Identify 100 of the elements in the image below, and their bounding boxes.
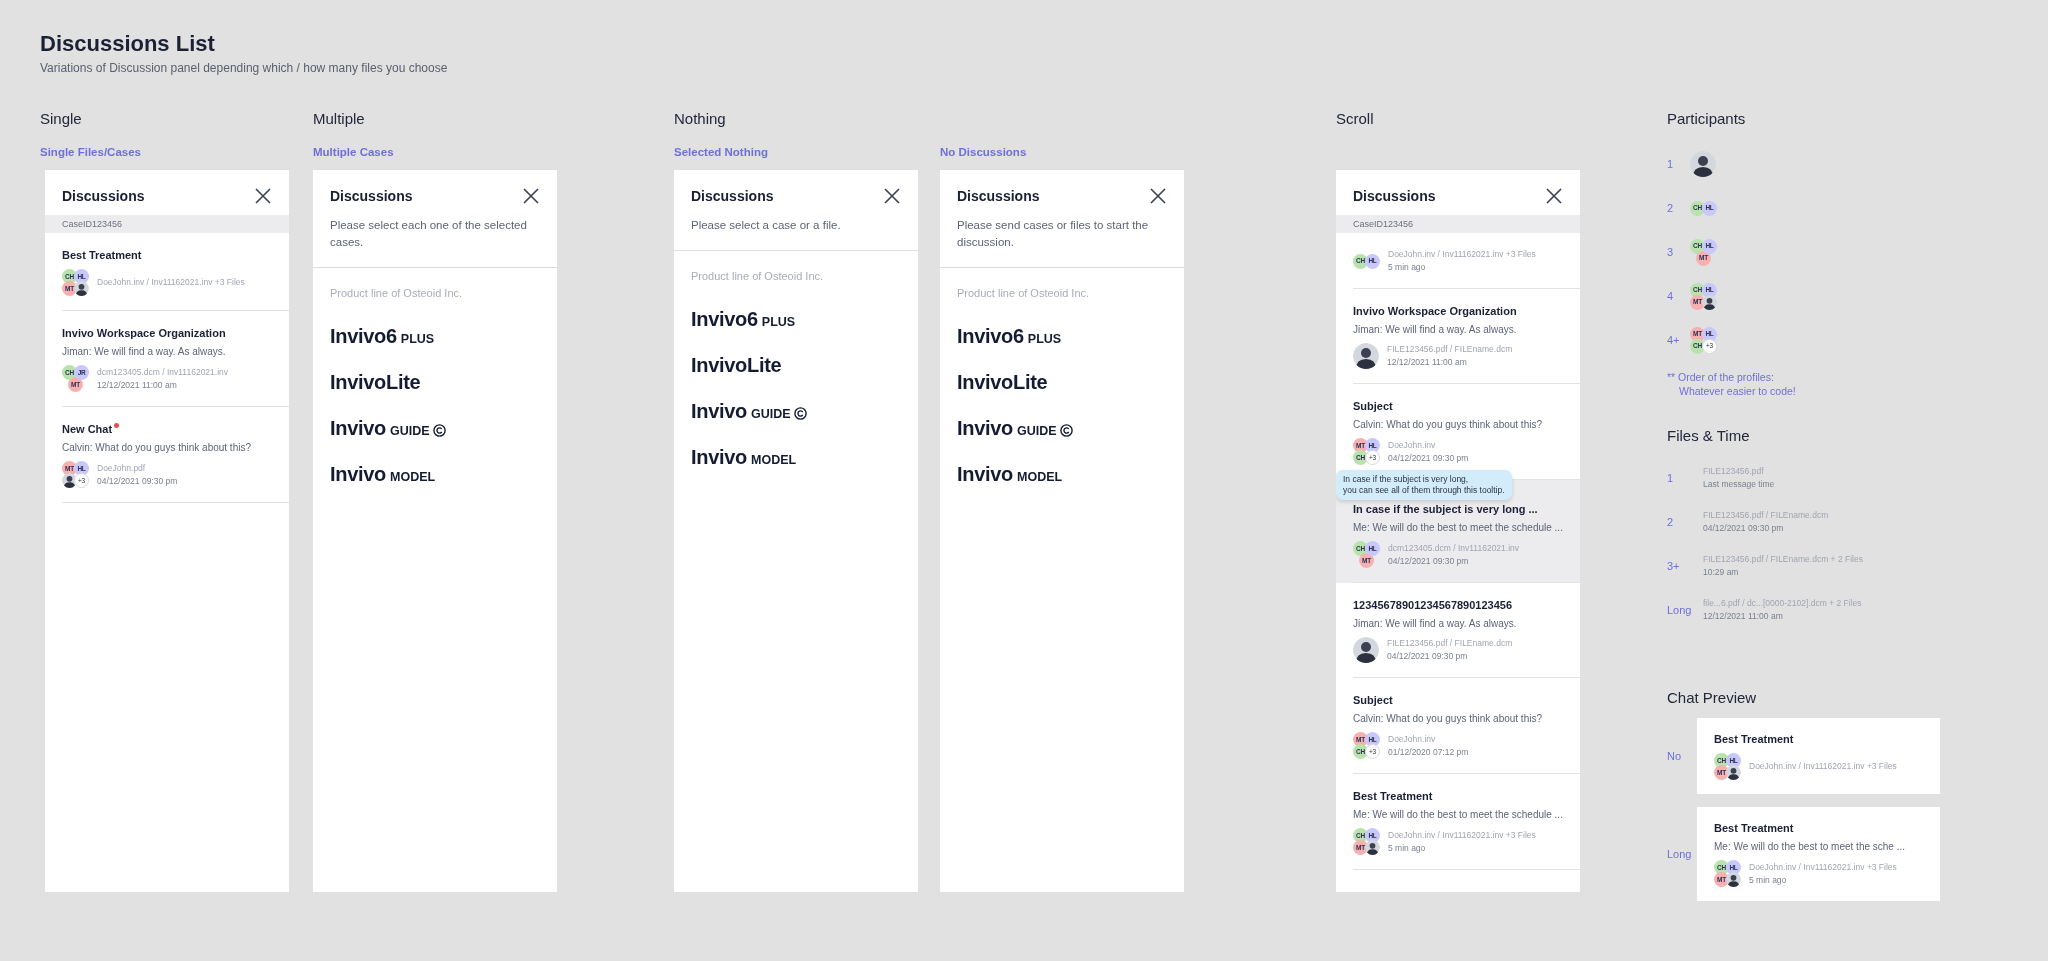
- message-time: 04/12/2021 09:30 pm: [1388, 554, 1470, 568]
- file-names: DoeJohn.inv / Inv11162021.inv +3 Files: [1388, 828, 1536, 842]
- product-logo: Invivo MODEL: [691, 447, 797, 470]
- last-message: Me: We will do the best to meet the sche ...: [1714, 840, 1906, 854]
- file-names: DoeJohn.inv: [1388, 438, 1437, 452]
- last-message: Jiman: We will find a way. As always.: [1353, 323, 1518, 337]
- close-button[interactable]: [254, 187, 272, 205]
- avatar-icon: [1353, 343, 1379, 369]
- discussion-item[interactable]: 12345678901234567890123456 Jiman: We will find a way. As always. FILE123456.pdf / FILEname.dcm 04/12/2021 09:30 pm: [1336, 583, 1580, 678]
- file-names: dcm123405.dcm / Inv11162021.inv: [1388, 541, 1520, 555]
- product-logo: Invivo6 PLUS: [691, 309, 796, 332]
- example-label: Long: [1667, 602, 1693, 618]
- example-label: 4: [1667, 288, 1675, 304]
- discussion-title: Best Treatment: [62, 248, 142, 263]
- file-names: DoeJohn.inv / Inv11162021.inv +3 Files: [1749, 760, 1897, 773]
- avatar-icon: [1726, 872, 1741, 887]
- file-names: DoeJohn.pdf: [97, 461, 147, 475]
- last-message: Jiman: We will find a way. As always.: [62, 345, 227, 359]
- file-names: FILE123456.pdf: [1703, 465, 1765, 478]
- page-title: Discussions List: [40, 30, 215, 58]
- file-names: FILE123456.pdf / FILEname.dcm: [1387, 637, 1513, 650]
- variant-label: Single Files/Cases: [40, 145, 142, 160]
- avatar-icon: [1353, 637, 1379, 663]
- product-logo: Invivo GUIDE: [691, 401, 791, 424]
- example-label: 2: [1667, 514, 1675, 530]
- panel-message: Please select a case or a file.: [691, 218, 842, 233]
- discussion-item[interactable]: Invivo Workspace Organization Jiman: We will find a way. As always. FILE123456.pdf / FILEname.dcm 12/12/2021 11:00 am: [1336, 289, 1580, 384]
- avatar-icon: [1726, 765, 1741, 780]
- avatar-icon: [1365, 840, 1380, 855]
- product-logo: Invivo MODEL: [957, 464, 1063, 487]
- variant-label: No Discussions: [940, 145, 1028, 160]
- message-time: Last message time: [1703, 478, 1775, 491]
- note-text: ** Order of the profiles: Whatever easier to code!: [1667, 370, 1797, 398]
- section-heading: Multiple: [313, 109, 365, 129]
- file-names: DoeJohn.inv / Inv11162021.inv +3 Files: [1388, 248, 1536, 261]
- discussion-title: Best Treatment: [1714, 821, 1794, 836]
- avatar-icon: [74, 281, 89, 296]
- section-heading: Single: [40, 109, 82, 129]
- discussion-title: Subject: [1353, 693, 1393, 708]
- close-button[interactable]: [883, 187, 901, 205]
- panel-title: Discussions: [62, 186, 145, 206]
- section-heading: Participants: [1667, 109, 1746, 129]
- discussion-title: New Chat: [62, 422, 113, 437]
- example-label: 2: [1667, 200, 1675, 216]
- tooltip: In case if the subject is very long, you can see all of them through this tooltip.: [1336, 470, 1512, 500]
- product-logo: Invivo GUIDE: [957, 418, 1057, 441]
- panel-message: Please send cases or files to start the discussion.: [957, 218, 1150, 250]
- file-names: FILE123456.pdf / FILEname.dcm: [1703, 509, 1829, 522]
- example-label: No: [1667, 748, 1683, 764]
- message-time: 04/12/2021 09:30 pm: [1703, 522, 1785, 535]
- example-label: Long: [1667, 846, 1693, 862]
- discussion-title: Invivo Workspace Organization: [62, 326, 226, 341]
- example-label: 3+: [1667, 558, 1681, 574]
- example-label: 1: [1667, 470, 1675, 486]
- message-time: 12/12/2021 11:00 am: [97, 378, 178, 392]
- last-message: Calvin: What do you guys think about this?: [1353, 712, 1543, 726]
- message-time: 12/12/2021 11:00 am: [1703, 610, 1784, 623]
- discussion-title: 12345678901234567890123456: [1353, 598, 1513, 613]
- product-logo: Invivo6 PLUS: [957, 326, 1062, 349]
- product-caption: Product line of Osteoid Inc.: [330, 286, 464, 300]
- file-names: file...6.pdf / dc...[0000-2102].dcm + 2 Files: [1703, 597, 1862, 610]
- product-logo: Invivo6 PLUS: [330, 326, 435, 349]
- last-message: Calvin: What do you guys think about this?: [62, 441, 252, 455]
- message-time: 12/12/2021 11:00 am: [1387, 356, 1468, 369]
- discussion-title: Best Treatment: [1353, 789, 1433, 804]
- variant-label: Multiple Cases: [313, 145, 395, 160]
- message-time: 04/12/2021 09:30 pm: [97, 474, 178, 488]
- avatar-icon: [62, 473, 77, 488]
- file-names: DoeJohn.inv / Inv11162021.inv +3 Files: [97, 276, 245, 289]
- panel-title: Discussions: [691, 186, 774, 206]
- section-heading: Nothing: [674, 109, 726, 129]
- close-button[interactable]: [1545, 187, 1563, 205]
- product-caption: Product line of Osteoid Inc.: [957, 286, 1091, 300]
- file-names: dcm123405.dcm / Inv11162021.inv: [97, 365, 229, 379]
- message-time: 01/12/2020 07:12 pm: [1388, 745, 1469, 759]
- last-message: Jiman: We will find a way. As always.: [1353, 617, 1518, 631]
- close-button[interactable]: [522, 187, 540, 205]
- discussion-title: In case if the subject is very long ...: [1353, 502, 1538, 517]
- panel-title: Discussions: [330, 186, 413, 206]
- product-logo: InvivoLite: [691, 355, 782, 375]
- avatar-icon: [1702, 294, 1717, 310]
- case-id-bar: CaseID123456: [45, 215, 289, 233]
- product-logo: Invivo MODEL: [330, 464, 436, 487]
- last-message: Calvin: What do you guys think about this?: [1353, 418, 1543, 432]
- product-caption: Product line of Osteoid Inc.: [691, 269, 825, 283]
- section-heading: Chat Preview: [1667, 688, 1757, 708]
- section-heading: Files & Time: [1667, 426, 1750, 446]
- product-logo: InvivoLite: [957, 372, 1048, 392]
- close-button[interactable]: [1149, 187, 1167, 205]
- file-names: FILE123456.pdf / FILEname.dcm: [1387, 343, 1513, 356]
- discussion-title: Subject: [1353, 399, 1393, 414]
- panel-title: Discussions: [957, 186, 1040, 206]
- message-time: 10:29 am: [1703, 566, 1740, 579]
- message-time: 5 min ago: [1388, 261, 1427, 274]
- section-heading: Scroll: [1336, 109, 1374, 129]
- example-label: 1: [1667, 156, 1675, 172]
- last-message: Me: We will do the best to meet the schedule ...: [1353, 808, 1563, 822]
- message-time: 04/12/2021 09:30 pm: [1387, 650, 1469, 663]
- file-names: DoeJohn.inv: [1388, 732, 1437, 746]
- file-names: DoeJohn.inv / Inv11162021.inv +3 Files: [1749, 860, 1897, 874]
